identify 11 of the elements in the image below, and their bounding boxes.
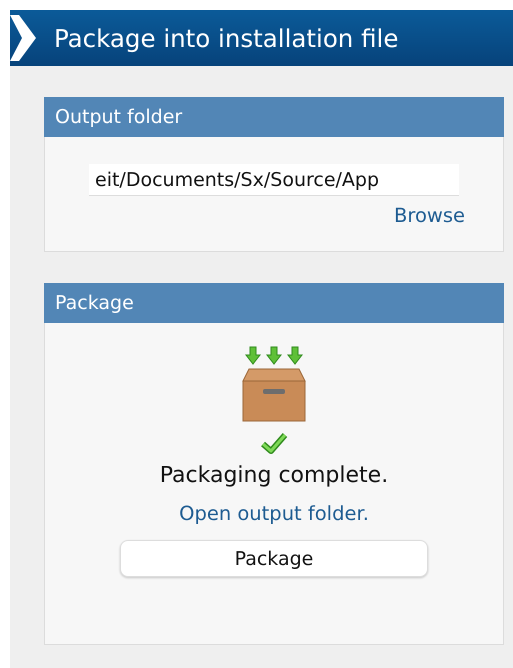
section-header: Package: [44, 283, 504, 323]
browse-link[interactable]: Browse: [394, 204, 465, 227]
status-message: Packaging complete.: [160, 463, 388, 488]
page-title: Package into installation file: [54, 24, 398, 52]
chevron-icon: [10, 15, 36, 61]
checkmark-icon: [260, 431, 288, 455]
package-button[interactable]: Package: [120, 540, 428, 577]
open-folder-link[interactable]: Open output folder.: [179, 502, 369, 525]
output-path-field[interactable]: eit/Documents/Sx/Source/App: [89, 164, 459, 196]
box-with-arrows-icon: [241, 345, 307, 423]
section-header: Output folder: [44, 97, 504, 137]
